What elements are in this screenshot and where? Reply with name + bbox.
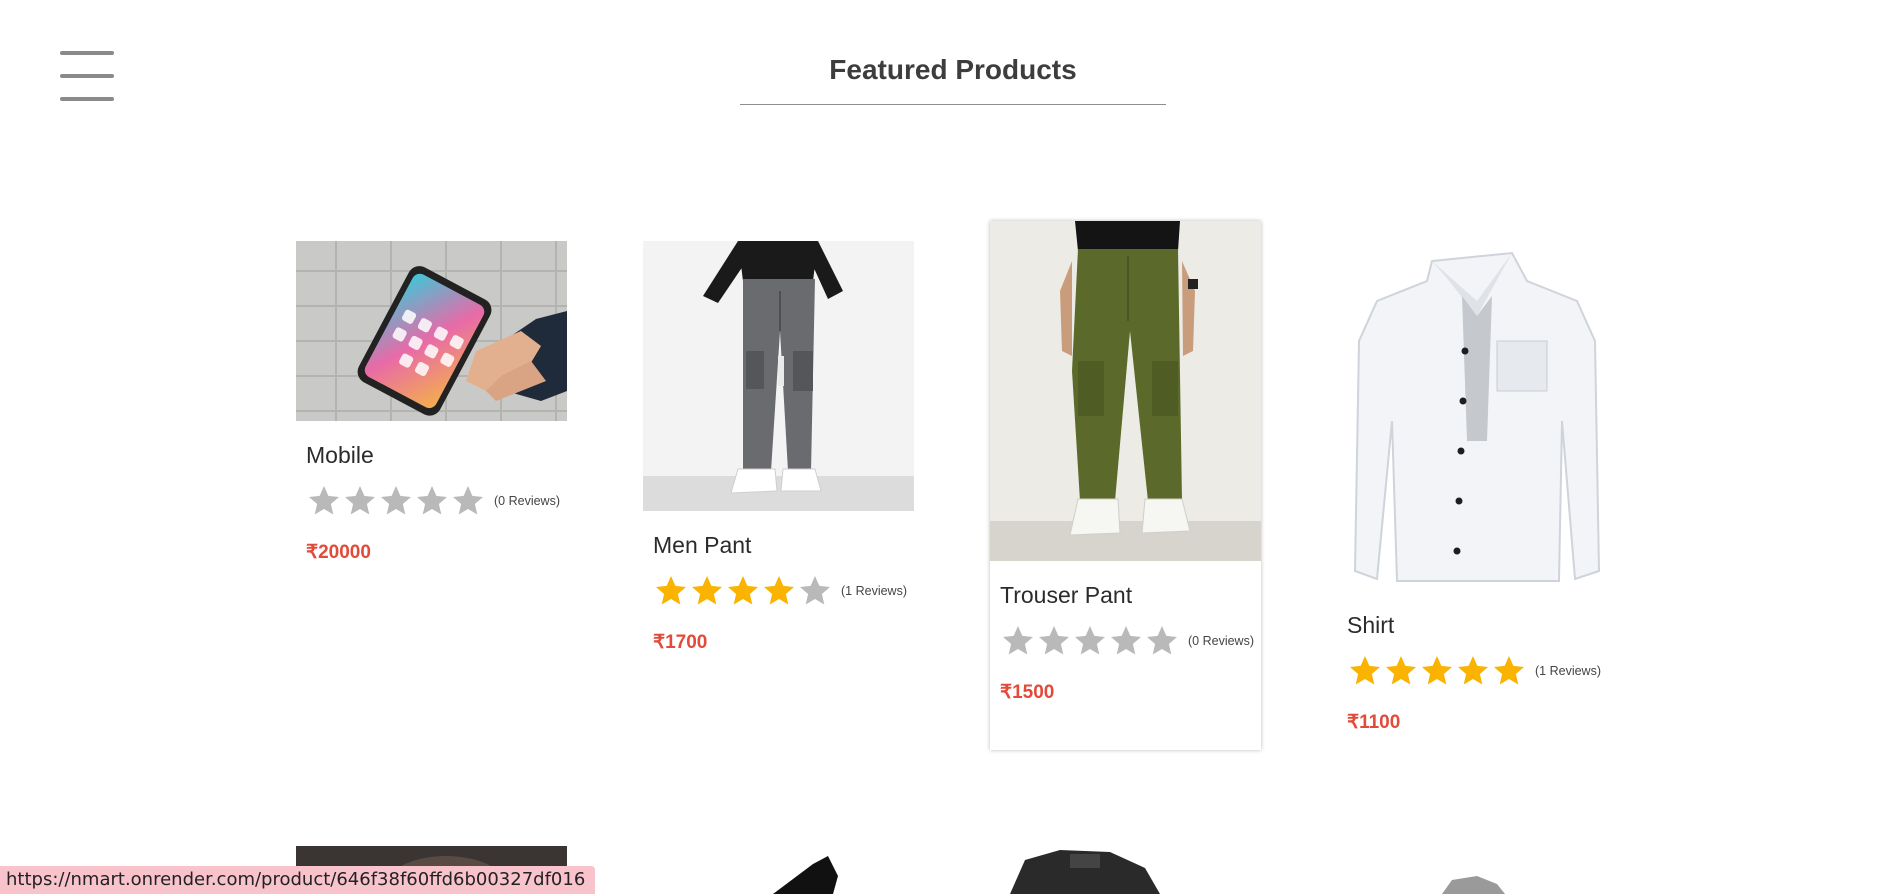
star-icon — [309, 486, 339, 515]
product-image — [296, 241, 567, 421]
product-card-men-pant[interactable]: Men Pant (1 Reviews) ₹1700 — [643, 241, 914, 654]
review-count: (1 Reviews) — [1535, 664, 1601, 678]
product-price: ₹1500 — [1000, 682, 1055, 703]
rating-stars — [306, 483, 486, 519]
section-header: Featured Products — [740, 50, 1166, 105]
star-icon — [1386, 656, 1416, 685]
star-icon — [1111, 626, 1141, 655]
title-underline — [740, 104, 1166, 105]
star-icon — [1075, 626, 1105, 655]
review-count: (0 Reviews) — [494, 494, 560, 508]
product-price: ₹20000 — [306, 542, 371, 563]
product-price: ₹1700 — [653, 632, 708, 653]
star-icon — [764, 576, 794, 605]
rating-stars — [1000, 623, 1180, 659]
page-title: Featured Products — [829, 54, 1077, 85]
product-card-mobile[interactable]: Mobile (0 Reviews) ₹20000 — [296, 241, 567, 564]
star-icon — [1350, 656, 1380, 685]
product-card-next-4[interactable] — [1337, 846, 1608, 894]
star-icon — [453, 486, 483, 515]
review-count: (0 Reviews) — [1188, 634, 1254, 648]
star-icon — [1039, 626, 1069, 655]
menu-line — [60, 51, 114, 55]
star-icon — [800, 576, 830, 605]
product-image — [990, 221, 1261, 561]
product-card-next-3[interactable] — [990, 846, 1261, 894]
product-rating: (0 Reviews) — [1000, 621, 1261, 661]
product-image — [643, 241, 914, 511]
product-image — [1337, 241, 1608, 591]
product-card-trouser-pant[interactable]: Trouser Pant (0 Reviews) ₹1500 — [990, 221, 1261, 750]
product-price: ₹1100 — [1347, 712, 1401, 733]
product-name: Mobile — [306, 442, 374, 468]
star-icon — [1458, 656, 1488, 685]
status-bar-url: https://nmart.onrender.com/product/646f3… — [0, 866, 596, 894]
star-icon — [381, 486, 411, 515]
product-rating: (1 Reviews) — [1347, 651, 1608, 691]
product-rating: (0 Reviews) — [306, 481, 567, 521]
rating-stars — [1347, 653, 1527, 689]
star-icon — [417, 486, 447, 515]
star-icon — [656, 576, 686, 605]
product-name: Shirt — [1347, 612, 1395, 638]
menu-line — [60, 74, 114, 78]
rating-stars — [653, 573, 833, 609]
product-name: Trouser Pant — [1000, 582, 1133, 608]
menu-line — [60, 97, 114, 101]
star-icon — [692, 576, 722, 605]
star-icon — [1003, 626, 1033, 655]
star-icon — [1147, 626, 1177, 655]
star-icon — [1494, 656, 1524, 685]
star-icon — [728, 576, 758, 605]
product-name: Men Pant — [653, 532, 752, 558]
menu-icon[interactable] — [58, 49, 116, 103]
star-icon — [345, 486, 375, 515]
product-card-next-2[interactable] — [643, 846, 914, 894]
review-count: (1 Reviews) — [841, 584, 907, 598]
product-card-shirt[interactable]: Shirt (1 Reviews) ₹1100 — [1337, 241, 1608, 734]
product-rating: (1 Reviews) — [653, 571, 914, 611]
star-icon — [1422, 656, 1452, 685]
